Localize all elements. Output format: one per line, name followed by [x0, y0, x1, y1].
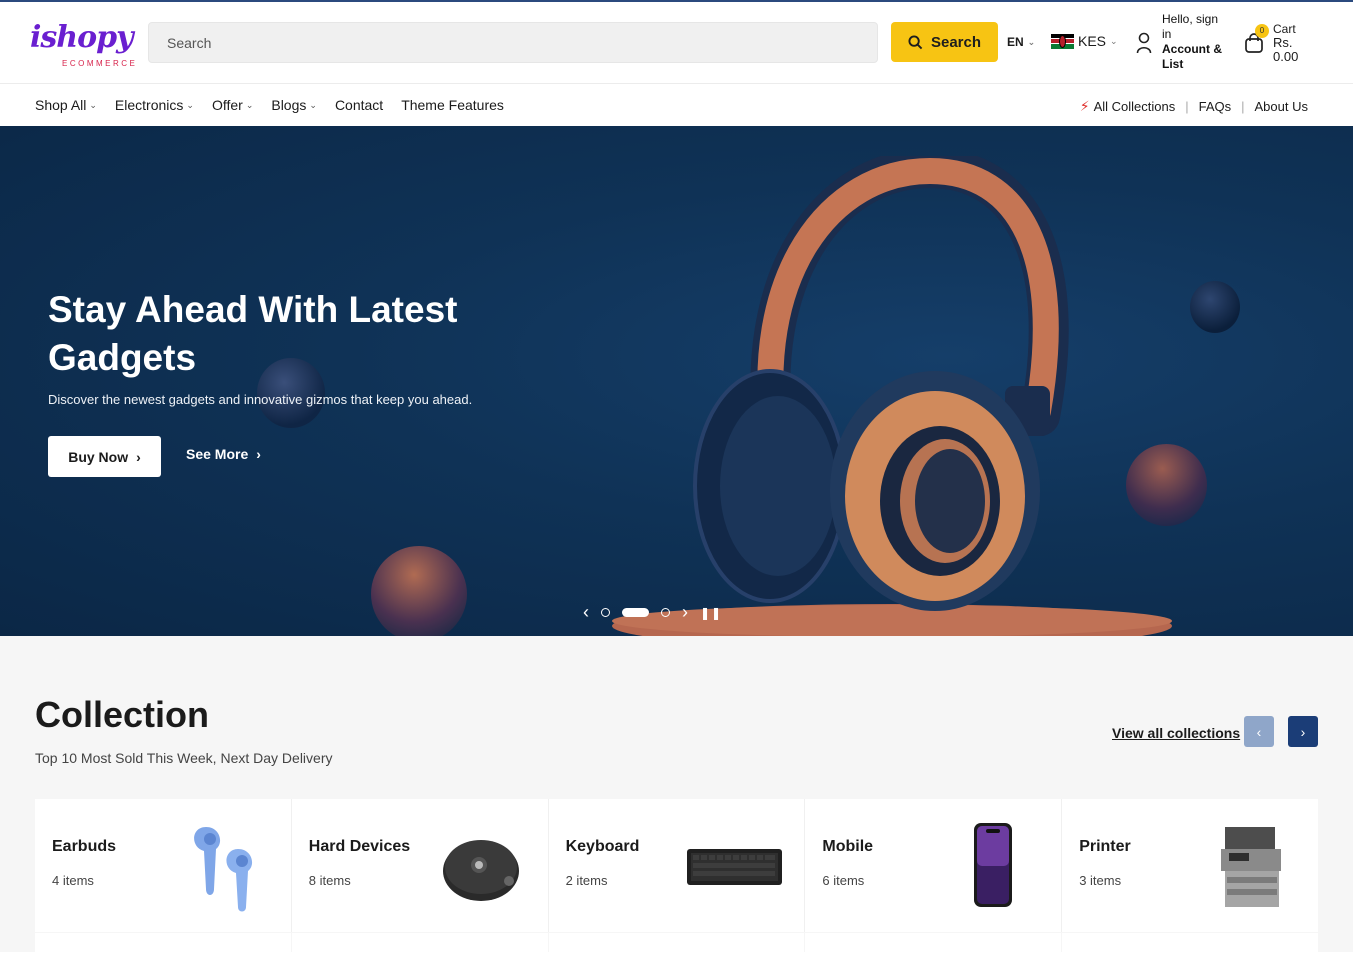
chevron-down-icon: ⌄: [186, 99, 194, 110]
collection-card-hard-devices[interactable]: Hard Devices 8 items: [291, 799, 548, 932]
collection-row-2: [35, 933, 1318, 953]
search-icon: [908, 34, 923, 49]
hero-title: Stay Ahead With Latest Gadgets: [48, 289, 458, 378]
chevron-left-icon: ‹: [1256, 723, 1262, 740]
slider-dot-active[interactable]: [622, 608, 649, 617]
collection-cards: Earbuds 4 items Hard Devices 8 items Key…: [35, 799, 1318, 932]
nav-item-electronics[interactable]: Electronics ⌄: [115, 97, 194, 113]
chevron-down-icon: ⌄: [1110, 35, 1118, 46]
slider-prev-icon[interactable]: ‹: [583, 602, 589, 623]
carousel-next-button[interactable]: ›: [1288, 716, 1318, 747]
nav-item-blogs[interactable]: Blogs ⌄: [271, 97, 317, 113]
collection-card-keyboard[interactable]: Keyboard 2 items: [548, 799, 805, 932]
see-more-link[interactable]: See More ›: [186, 446, 261, 462]
currency-selector[interactable]: KES ⌄: [1051, 33, 1118, 49]
search-button-label: Search: [930, 33, 982, 51]
chevron-right-icon: ›: [1300, 723, 1306, 740]
account-greeting: Hello, sign in: [1162, 12, 1219, 41]
lightning-icon: ⚡: [1079, 98, 1090, 114]
slider-next-icon[interactable]: ›: [682, 602, 688, 623]
chevron-down-icon: ⌄: [309, 99, 317, 110]
card-count: 6 items: [822, 873, 865, 888]
slider-dot[interactable]: [661, 608, 670, 617]
divider: |: [1185, 99, 1189, 114]
slider-controls: ‹ › ❚❚: [583, 602, 722, 623]
card-title: Keyboard: [565, 838, 640, 855]
card-count: 2 items: [565, 873, 608, 888]
logo-tagline: ECOMMERCE: [62, 59, 138, 68]
hero-subtitle: Discover the newest gadgets and innovati…: [48, 392, 473, 407]
language-selector[interactable]: EN ⌄: [1007, 35, 1035, 49]
slider-dot[interactable]: [601, 608, 610, 617]
account-label: Account & List: [1162, 42, 1222, 71]
buy-now-button[interactable]: Buy Now ›: [48, 436, 161, 477]
nav-item-contact[interactable]: Contact: [335, 97, 383, 113]
nav-label: Blogs: [271, 97, 307, 113]
chevron-right-icon: ›: [256, 446, 261, 462]
earbuds-image: [193, 827, 252, 912]
hero-banner: Stay Ahead With Latest Gadgets Discover …: [0, 126, 1353, 636]
chevron-down-icon: ⌄: [245, 99, 254, 110]
see-more-label: See More: [186, 446, 249, 462]
card-count: 8 items: [308, 873, 351, 888]
section-title: Collection: [35, 694, 210, 735]
collection-section: Collection Top 10 Most Sold This Week, N…: [0, 636, 1353, 953]
collection-card-mobile[interactable]: Mobile 6 items: [805, 799, 1062, 932]
card-title: Printer: [1079, 838, 1131, 855]
card-count: 4 items: [52, 873, 94, 888]
slider-pause-icon[interactable]: ❚❚: [700, 606, 722, 620]
search-button[interactable]: Search: [891, 22, 998, 62]
collection-card-printer[interactable]: Printer 3 items: [1062, 799, 1318, 932]
nav-item-shop-all[interactable]: Shop All ⌄: [35, 97, 97, 113]
link-about-us[interactable]: About Us: [1255, 99, 1308, 114]
nav-label: Offer: [211, 97, 243, 113]
user-icon: [1136, 32, 1152, 54]
link-faqs[interactable]: FAQs: [1199, 99, 1232, 114]
chevron-right-icon: ›: [136, 448, 141, 465]
cart-label: Cart: [1273, 22, 1296, 36]
nav-label: Shop All: [35, 97, 87, 113]
chevron-down-icon: ⌄: [1027, 36, 1036, 47]
nav-item-theme-features[interactable]: Theme Features: [401, 97, 504, 113]
logo-wordmark: ishopy: [30, 20, 134, 55]
keyboard-image: [687, 849, 783, 885]
card-title: Earbuds: [52, 838, 117, 855]
headphones-image: [612, 156, 1172, 636]
nav-label: Theme Features: [401, 97, 504, 113]
smartphone-image: [974, 823, 1013, 907]
decorative-sphere: [371, 546, 467, 636]
kenya-flag-icon: [1051, 33, 1074, 49]
logo[interactable]: ishopy ECOMMERCE: [30, 20, 140, 72]
link-all-collections[interactable]: All Collections: [1094, 99, 1176, 114]
view-all-collections-link[interactable]: View all collections: [1112, 725, 1240, 741]
account-menu[interactable]: Hello, sign in Account & List: [1136, 12, 1236, 76]
section-subtitle: Top 10 Most Sold This Week, Next Day Del…: [35, 750, 333, 766]
card-title: Mobile: [822, 838, 874, 855]
currency-label: KES: [1078, 33, 1107, 49]
nav-label: Electronics: [114, 97, 184, 113]
nav-label: Contact: [334, 97, 384, 113]
divider: |: [1241, 99, 1245, 114]
cart-button[interactable]: 0 Cart Rs. 0.00: [1243, 20, 1323, 70]
carousel-prev-button[interactable]: ‹: [1244, 716, 1274, 747]
card-count: 3 items: [1079, 873, 1122, 888]
nav-item-offer[interactable]: Offer ⌄: [212, 97, 253, 113]
printer-image: [1220, 827, 1281, 907]
cart-count-badge: 0: [1255, 24, 1269, 38]
site-header: ishopy ECOMMERCE Search EN ⌄ KES ⌄ Hello…: [0, 2, 1353, 84]
card-title: Hard Devices: [308, 838, 411, 855]
robot-vacuum-image: [442, 840, 519, 901]
main-navigation: Shop All ⌄ Electronics ⌄ Offer ⌄ Blogs ⌄ Con…: [0, 85, 1353, 126]
language-label: EN: [1007, 35, 1024, 49]
search-input[interactable]: [148, 22, 878, 63]
collection-card-earbuds[interactable]: Earbuds 4 items: [35, 799, 291, 932]
cart-total: Rs. 0.00: [1273, 35, 1299, 64]
buy-now-label: Buy Now: [68, 448, 129, 465]
chevron-down-icon: ⌄: [89, 99, 97, 110]
